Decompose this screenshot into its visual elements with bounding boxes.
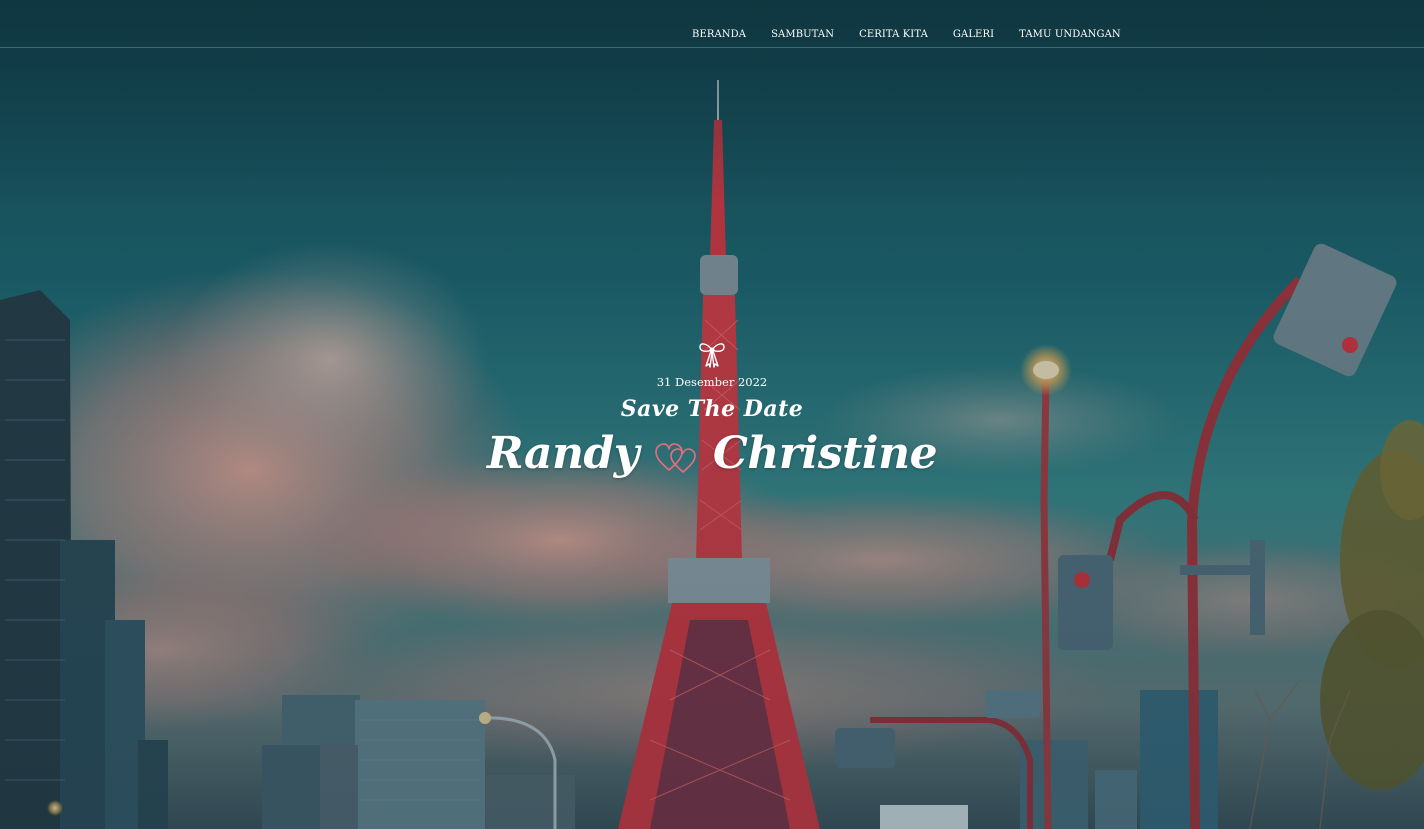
- hero-section: 31 Desember 2022 Save The Date Randy Chr…: [0, 0, 1424, 829]
- bow-icon: [699, 343, 725, 368]
- save-the-date-heading: Save The Date: [620, 396, 804, 422]
- groom-name: Randy: [486, 428, 639, 479]
- wedding-date: 31 Desember 2022: [656, 375, 768, 389]
- bride-name: Christine: [712, 428, 938, 479]
- couple-names: Randy Christine: [0, 428, 1424, 479]
- double-heart-icon: [655, 442, 696, 473]
